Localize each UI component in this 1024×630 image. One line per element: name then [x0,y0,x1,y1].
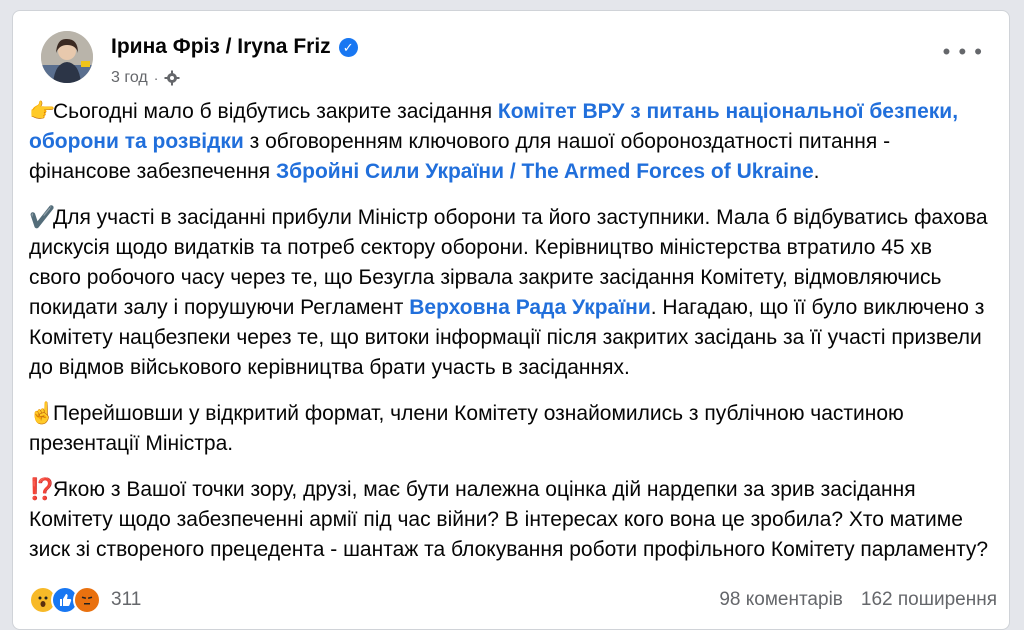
paragraph-1: 👉Сьогодні мало б відбутись закрите засід… [29,97,989,187]
post-meta: 3 год · [111,69,180,87]
author-name-row: Ірина Фріз / Iryna Friz ✓ [111,35,358,59]
post-footer: 311 98 коментарів 162 поширення [29,581,997,619]
p3-text-1: Перейшовши у відкритий формат, члени Ком… [29,402,904,455]
post-stats: 98 коментарів 162 поширення [719,589,997,611]
comments-count[interactable]: 98 коментарів [719,589,843,611]
verified-badge-icon: ✓ [338,37,358,57]
post-header: Ірина Фріз / Iryna Friz ✓ 3 год · • • • [29,25,993,95]
link-armed-forces[interactable]: Збройні Сили України / The Armed Forces … [276,160,814,183]
reaction-count[interactable]: 311 [111,589,141,611]
meta-separator: · [153,70,159,86]
p1-text-3: . [813,160,820,183]
angry-icon [73,586,101,614]
post-body: 👉Сьогодні мало б відбутись закрите засід… [29,97,989,581]
more-options-icon[interactable]: • • • [943,41,983,63]
p4-text-1: Якою з Вашої точки зору, друзі, має бути… [29,478,989,561]
pointing-hand-icon: 👉 [29,100,56,123]
interrobang-icon: ⁉️ [29,478,56,501]
link-verkhovna-rada[interactable]: Верховна Рада України [409,296,651,319]
paragraph-2: ✔️Для участі в засіданні прибули Міністр… [29,203,989,383]
check-mark-icon: ✔️ [29,206,56,229]
paragraph-3: ☝️Перейшовши у відкритий формат, члени К… [29,399,989,459]
index-up-icon: ☝️ [29,402,56,425]
avatar-photo [41,31,93,83]
post-card: Ірина Фріз / Iryna Friz ✓ 3 год · • • • … [12,10,1010,630]
shares-count[interactable]: 162 поширення [861,589,997,611]
author-avatar[interactable] [41,31,93,83]
p1-text-1: Сьогодні мало б відбутись закрите засіда… [53,100,498,123]
author-name[interactable]: Ірина Фріз / Iryna Friz [111,35,331,59]
post-time[interactable]: 3 год [111,69,148,87]
paragraph-4: ⁉️Якою з Вашої точки зору, друзі, має бу… [29,475,989,565]
reactions-summary[interactable] [29,586,101,614]
gear-icon[interactable] [164,70,180,86]
